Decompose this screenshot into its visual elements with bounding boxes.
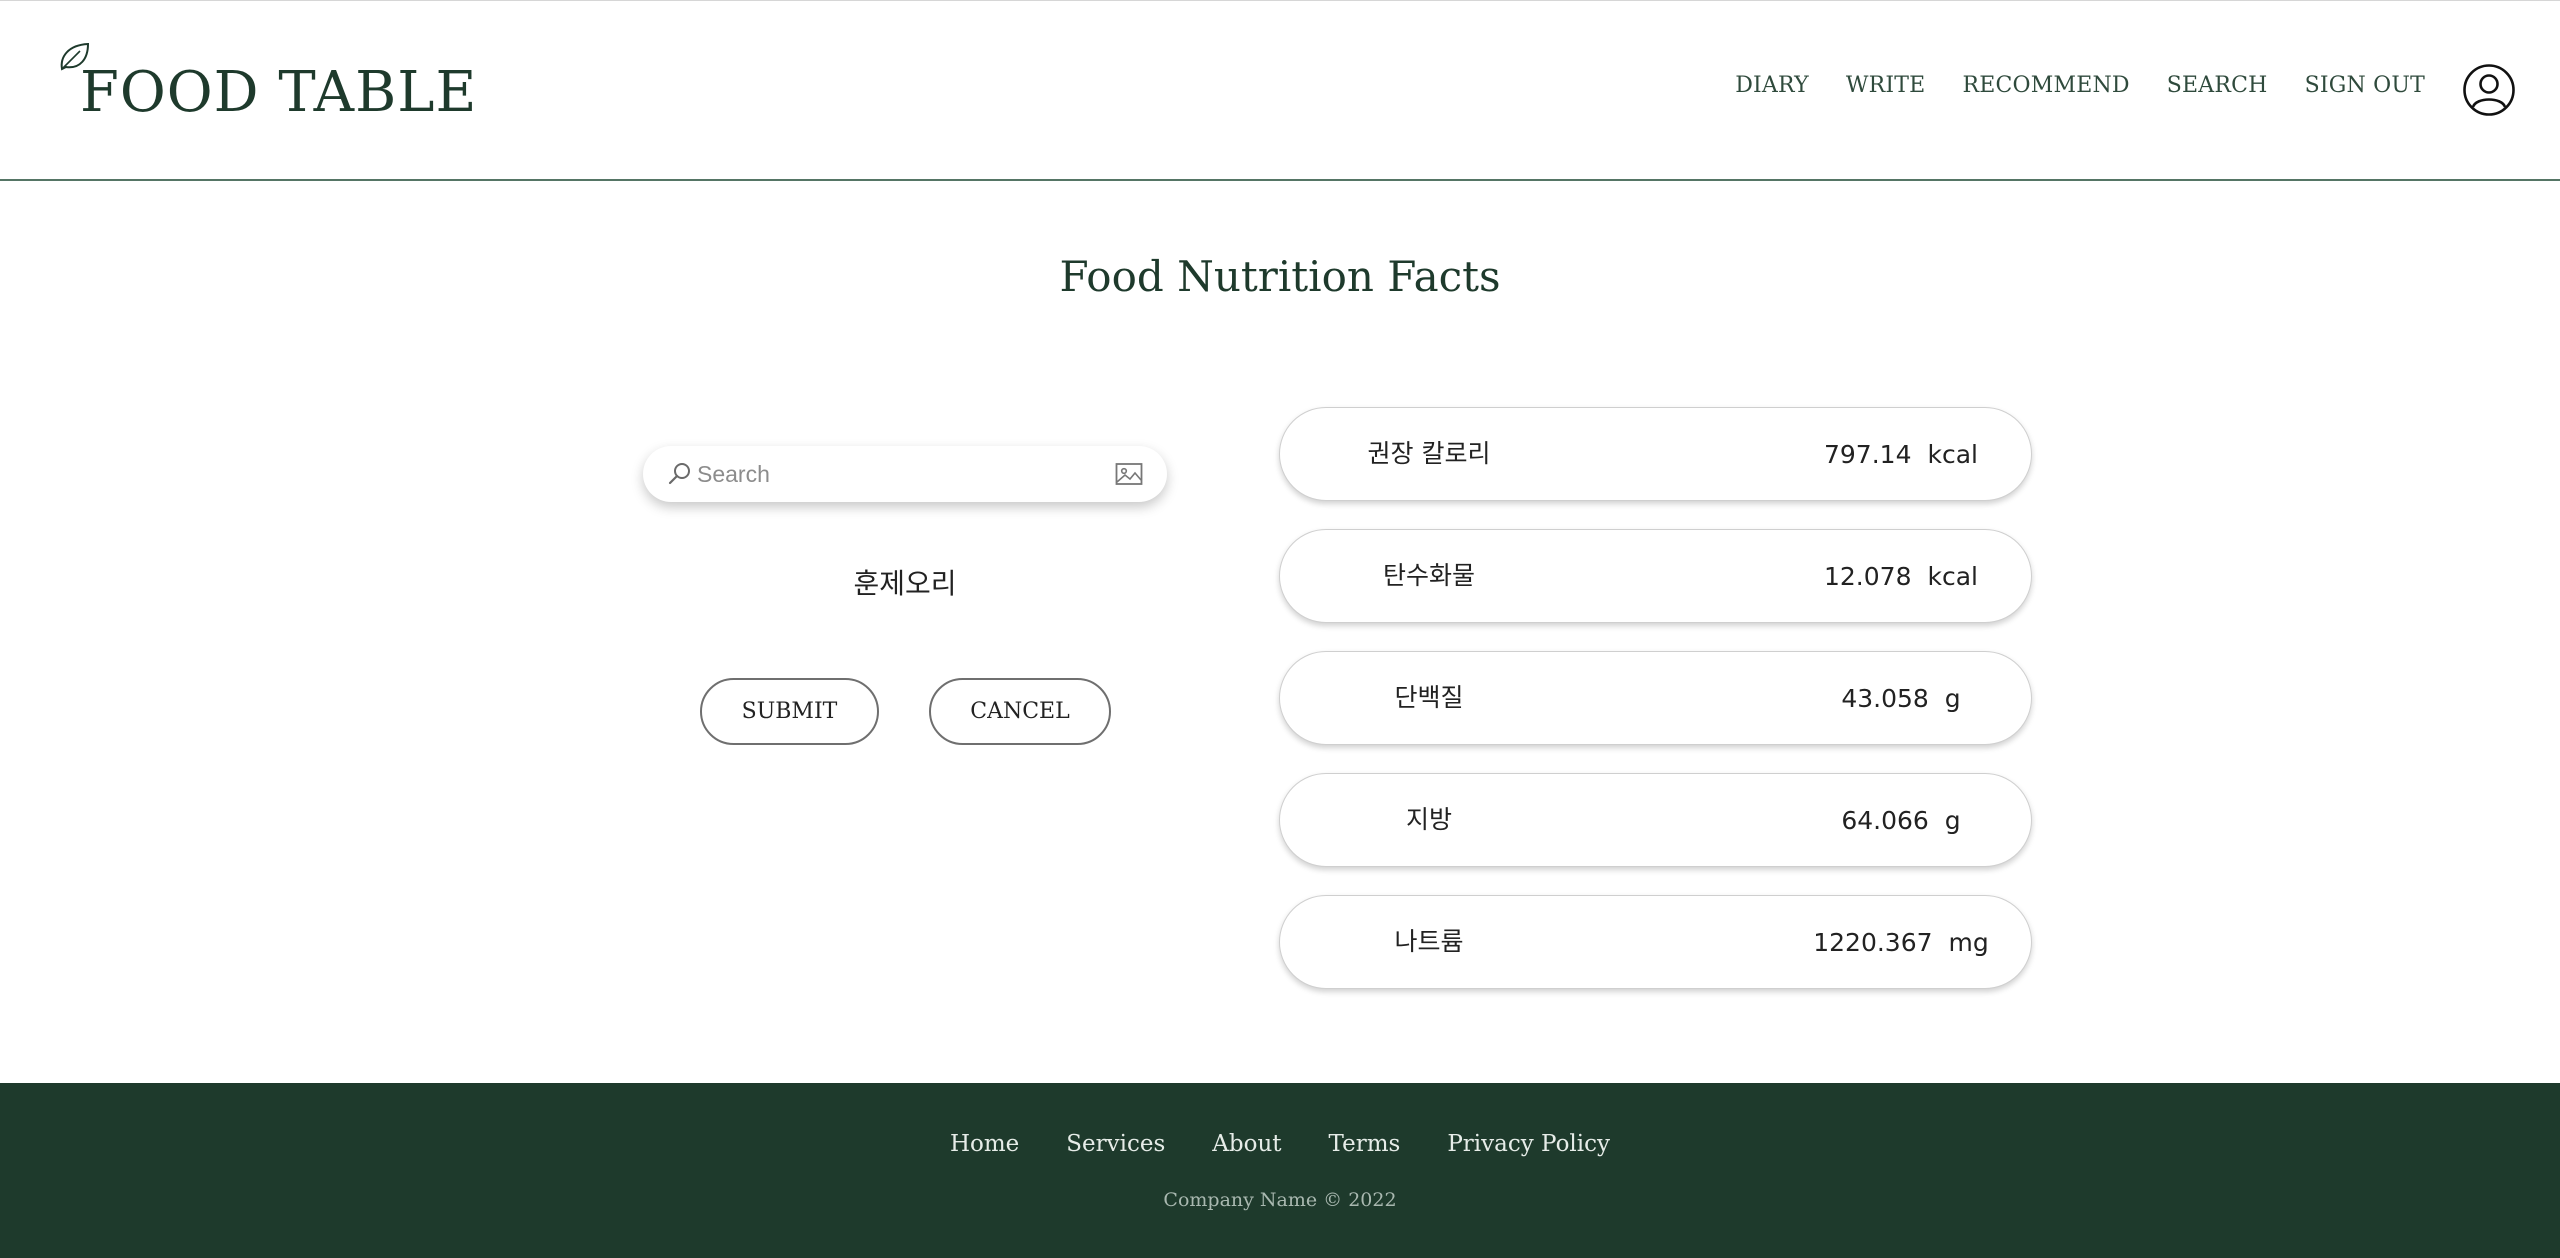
fact-number: 797.14 [1824, 439, 1912, 469]
footer-link-services[interactable]: Services [1066, 1131, 1165, 1157]
search-bar [643, 446, 1167, 502]
footer-link-about[interactable]: About [1212, 1131, 1281, 1157]
fact-unit: g [1944, 805, 1961, 835]
logo[interactable]: FOOD TABLE [58, 41, 477, 121]
fact-unit: g [1944, 683, 1961, 713]
leaf-icon [60, 42, 90, 71]
user-circle-icon[interactable] [2462, 63, 2516, 117]
nav-sign-out[interactable]: SIGN OUT [2305, 73, 2425, 98]
fact-unit: kcal [1927, 561, 1978, 591]
site-footer: Home Services About Terms Privacy Policy… [0, 1083, 2560, 1258]
fact-label: 나트륨 [1394, 927, 1464, 956]
nav-recommend[interactable]: RECOMMEND [1962, 73, 2129, 98]
nav-write[interactable]: WRITE [1846, 73, 1926, 98]
fact-value: 12.078 kcal [1551, 530, 2031, 622]
fact-label: 탄수화물 [1382, 561, 1475, 590]
footer-link-privacy-policy[interactable]: Privacy Policy [1447, 1131, 1610, 1157]
search-icon [668, 463, 690, 485]
image-icon[interactable] [1115, 462, 1143, 486]
fact-value: 797.14 kcal [1551, 408, 2031, 500]
nutrition-fact-fat: 지방 64.066 g [1279, 773, 2032, 867]
search-input[interactable] [697, 460, 1115, 488]
fact-number: 1220.367 [1813, 927, 1933, 957]
fact-number: 12.078 [1824, 561, 1912, 591]
fact-unit: kcal [1927, 439, 1978, 469]
fact-label: 지방 [1405, 805, 1452, 834]
fact-label: 권장 칼로리 [1367, 439, 1491, 468]
fact-value: 43.058 g [1551, 652, 2031, 744]
selected-food-name: 훈제오리 [853, 567, 957, 600]
submit-button[interactable]: SUBMIT [700, 678, 879, 745]
main-nav: DIARY WRITE RECOMMEND SEARCH SIGN OUT [1735, 73, 2425, 98]
nutrition-fact-carbohydrate: 탄수화물 12.078 kcal [1279, 529, 2032, 623]
fact-number: 43.058 [1841, 683, 1929, 713]
site-header: FOOD TABLE DIARY WRITE RECOMMEND SEARCH … [0, 0, 2560, 181]
page: FOOD TABLE DIARY WRITE RECOMMEND SEARCH … [0, 0, 2560, 1258]
footer-link-home[interactable]: Home [950, 1131, 1019, 1157]
nav-search[interactable]: SEARCH [2167, 73, 2268, 98]
fact-number: 64.066 [1841, 805, 1929, 835]
fact-value: 1220.367 mg [1551, 896, 2031, 988]
nutrition-fact-sodium: 나트륨 1220.367 mg [1279, 895, 2032, 989]
cancel-button[interactable]: CANCEL [929, 678, 1111, 745]
logo-text: FOOD TABLE [80, 60, 478, 125]
nav-diary[interactable]: DIARY [1735, 73, 1809, 98]
page-title: Food Nutrition Facts [1059, 252, 1501, 301]
fact-label: 단백질 [1394, 683, 1464, 712]
footer-nav: Home Services About Terms Privacy Policy [0, 1131, 2560, 1157]
footer-link-terms[interactable]: Terms [1329, 1131, 1401, 1157]
fact-value: 64.066 g [1551, 774, 2031, 866]
nutrition-fact-protein: 단백질 43.058 g [1279, 651, 2032, 745]
fact-unit: mg [1948, 927, 1989, 957]
footer-copyright: Company Name © 2022 [1163, 1189, 1397, 1211]
nutrition-fact-calories: 권장 칼로리 797.14 kcal [1279, 407, 2032, 501]
